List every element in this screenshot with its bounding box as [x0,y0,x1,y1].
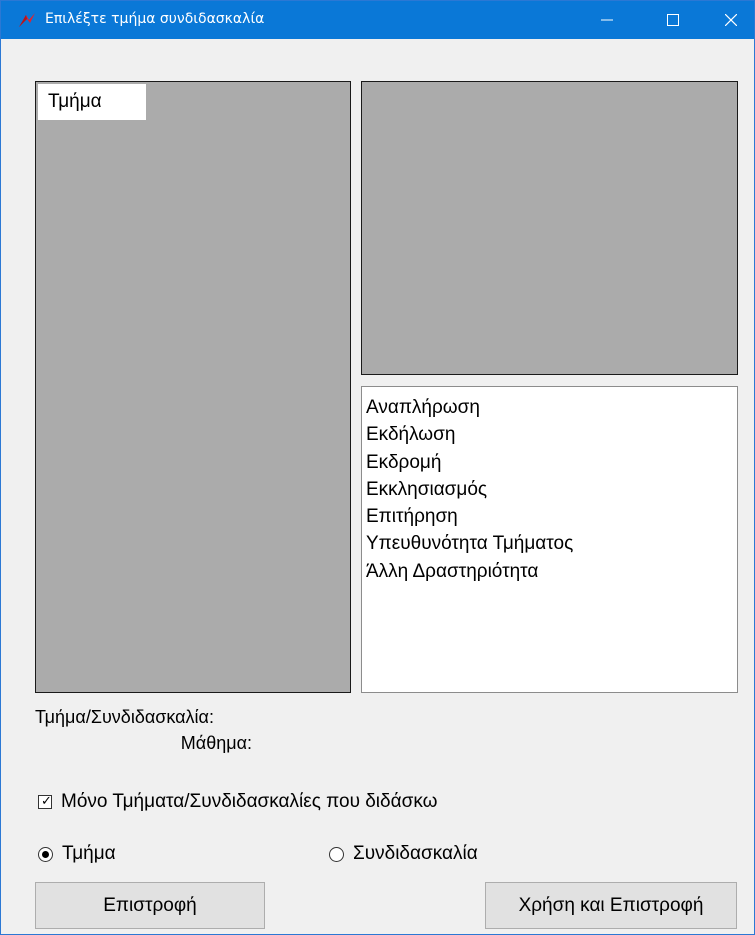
list-item[interactable]: Υπευθυνότητα Τμήματος [366,530,737,557]
minimize-button[interactable] [584,1,630,39]
radio-coteaching[interactable]: Συνδιδασκαλία [329,843,478,865]
list-item[interactable]: Άλλη Δραστηριότητα [366,558,737,585]
close-button[interactable] [708,1,754,39]
radio-button[interactable] [38,846,53,862]
radio-class-label[interactable]: Τμήμα [62,843,116,865]
list-item[interactable]: Αναπλήρωση [366,394,737,421]
radio-class[interactable]: Τμήμα [38,843,116,865]
radio-coteaching-label[interactable]: Συνδιδασκαλία [353,843,478,865]
maximize-button[interactable] [650,1,696,39]
back-button[interactable]: Επιστροφή [35,882,265,929]
list-item[interactable]: Εκκλησιασμός [366,476,737,503]
app-logo-icon [19,13,35,27]
subject-label: Μάθημα: [180,733,252,753]
activity-listbox[interactable]: Αναπλήρωση Εκδήλωση Εκδρομή Εκκλησιασμός… [361,386,738,693]
checkmark-icon: ✓ [41,793,52,808]
only-my-classes-label[interactable]: Μόνο Τμήματα/Συνδιδασκαλίες που διδάσκω [61,791,437,813]
list-item[interactable]: Εκδρομή [366,449,737,476]
minimize-icon [601,19,613,21]
radio-selected-dot [42,850,49,858]
only-my-classes-checkbox[interactable]: ✓ Μόνο Τμήματα/Συνδιδασκαλίες που διδάσκ… [38,791,437,813]
class-coteaching-label: Τμήμα/Συνδιδασκαλία: [35,707,214,727]
radio-button[interactable] [329,846,344,862]
class-column-header[interactable]: Τμήμα [38,84,146,120]
window-title: Επιλέξτε τμήμα συνδιδασκαλία [45,11,265,27]
dialog-window: Επιλέξτε τμήμα συνδιδασκαλία Τμήμα Αναπλ… [0,0,755,935]
close-icon [725,14,737,26]
maximize-icon [667,14,679,26]
checkbox-box[interactable]: ✓ [38,793,52,809]
list-item[interactable]: Επιτήρηση [366,503,737,530]
list-item[interactable]: Εκδήλωση [366,421,737,448]
class-grid[interactable]: Τμήμα [35,81,351,693]
title-bar[interactable]: Επιλέξτε τμήμα συνδιδασκαλία [1,1,754,39]
apply-and-back-button[interactable]: Χρήση και Επιστροφή [485,882,737,929]
detail-grid[interactable] [361,81,738,375]
